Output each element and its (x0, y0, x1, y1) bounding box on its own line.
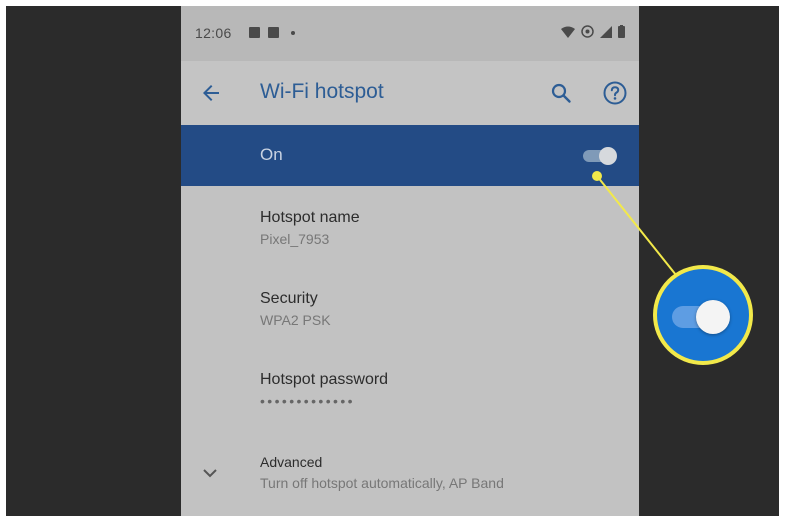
phone-screen: 12:06 Wi-Fi hotspot On Hotspot name Pixe… (181, 6, 639, 516)
advanced-title: Advanced (260, 454, 323, 470)
zoomed-toggle-thumb (696, 300, 730, 334)
toggle-thumb (599, 147, 617, 165)
notification-icons (249, 27, 295, 38)
page-title: Wi-Fi hotspot (260, 80, 384, 103)
callout-anchor-dot (592, 171, 602, 181)
hotspot-name-setting[interactable]: Hotspot name Pixel_7953 (260, 208, 620, 249)
chevron-down-icon[interactable] (201, 464, 219, 482)
app-bar: Wi-Fi hotspot (181, 61, 639, 125)
hotspot-name-value: Pixel_7953 (260, 231, 330, 247)
screenshot-frame: 12:06 Wi-Fi hotspot On Hotspot name Pixe… (6, 6, 779, 516)
status-time: 12:06 (195, 25, 232, 41)
security-title: Security (260, 290, 318, 307)
hotspot-password-setting[interactable]: Hotspot password ••••••••••••• (260, 370, 620, 411)
hotspot-toggle[interactable] (583, 147, 617, 165)
security-setting[interactable]: Security WPA2 PSK (260, 289, 620, 330)
help-icon[interactable] (602, 80, 628, 106)
advanced-summary: Turn off hotspot automatically, AP Band (260, 475, 504, 491)
hotspot-password-value: ••••••••••••• (260, 393, 355, 409)
calendar-notification-icon (268, 27, 279, 38)
hotspot-icon (581, 25, 594, 38)
security-value: WPA2 PSK (260, 312, 331, 328)
arrow-back-icon[interactable] (199, 81, 223, 105)
advanced-setting[interactable]: Advanced Turn off hotspot automatically,… (260, 452, 620, 493)
image-notification-icon (249, 27, 260, 38)
more-notifications-icon (291, 30, 295, 35)
hotspot-master-switch-row[interactable]: On (181, 125, 639, 186)
battery-icon (618, 25, 625, 38)
system-icons (555, 25, 625, 38)
hotspot-name-title: Hotspot name (260, 209, 360, 226)
status-bar: 12:06 (181, 6, 639, 61)
wifi-icon (561, 26, 575, 38)
hotspot-password-title: Hotspot password (260, 371, 389, 388)
toggle-on-icon (672, 300, 732, 334)
master-switch-label: On (260, 145, 283, 164)
signal-icon (600, 25, 612, 38)
search-icon[interactable] (549, 81, 573, 105)
